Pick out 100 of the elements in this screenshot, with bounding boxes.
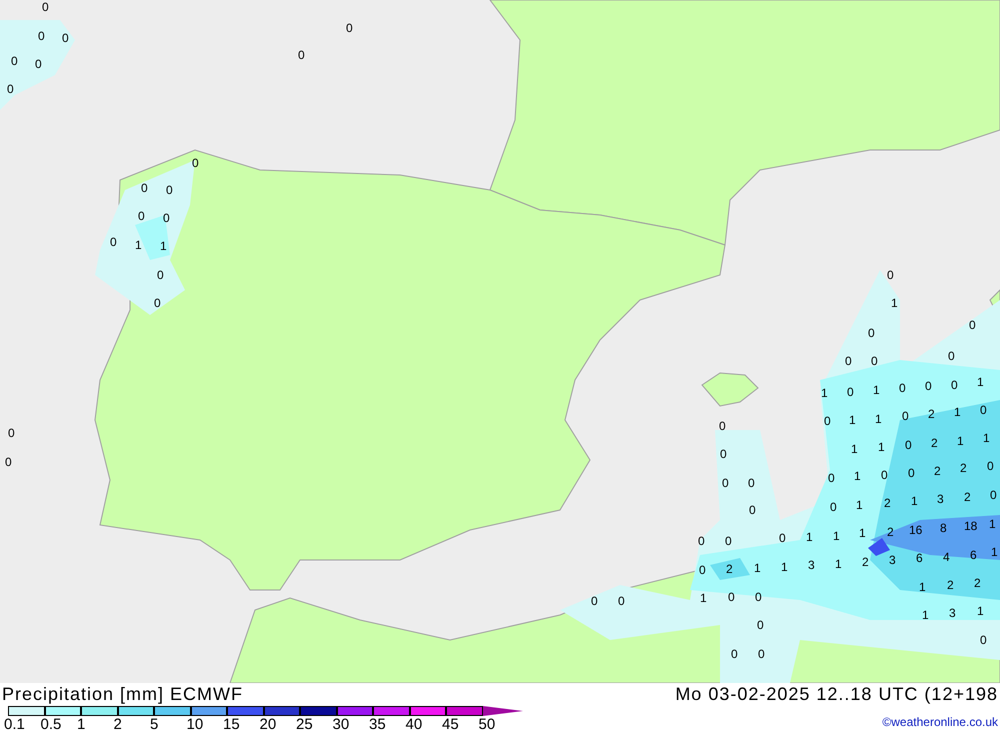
precipitation-value: 0 xyxy=(141,182,148,194)
precipitation-value: 0 xyxy=(908,467,915,479)
precipitation-value: 3 xyxy=(808,559,815,571)
precipitation-value: 0 xyxy=(154,297,161,309)
precipitation-value: 0 xyxy=(11,55,18,67)
precipitation-value: 2 xyxy=(934,465,941,477)
legend-tick-label: 1 xyxy=(77,717,86,733)
precipitation-value: 0 xyxy=(905,439,912,451)
precipitation-value: 0 xyxy=(731,648,738,660)
precipitation-value: 1 xyxy=(851,443,858,455)
legend-tick-label: 15 xyxy=(223,717,241,733)
legend-tick-label: 0.1 xyxy=(4,717,26,733)
precipitation-value: 0 xyxy=(591,595,598,607)
precipitation-value: 0 xyxy=(987,460,994,472)
precipitation-value: 0 xyxy=(980,404,987,416)
precipitation-value: 1 xyxy=(875,413,882,425)
precipitation-value: 0 xyxy=(755,591,762,603)
precipitation-value: 2 xyxy=(974,577,981,589)
precipitation-value: 1 xyxy=(891,297,898,309)
precipitation-value: 1 xyxy=(977,376,984,388)
precipitation-value: 0 xyxy=(720,448,727,460)
precipitation-value: 1 xyxy=(977,605,984,617)
precipitation-value: 6 xyxy=(916,552,923,564)
precipitation-value: 0 xyxy=(990,489,997,501)
precipitation-value: 1 xyxy=(859,527,866,539)
precipitation-value: 1 xyxy=(833,530,840,542)
credit-link[interactable]: ©weatheronline.co.uk xyxy=(882,713,998,731)
precipitation-value: 0 xyxy=(722,477,729,489)
precipitation-value: 0 xyxy=(951,379,958,391)
legend-tick-label: 35 xyxy=(369,717,387,733)
precipitation-value: 16 xyxy=(909,524,922,536)
legend-tick-label: 25 xyxy=(296,717,314,733)
precipitation-value: 0 xyxy=(887,269,894,281)
precipitation-value: 2 xyxy=(884,497,891,509)
precipitation-value: 3 xyxy=(937,493,944,505)
precipitation-value: 0 xyxy=(699,564,706,576)
legend-tick-label: 45 xyxy=(442,717,460,733)
precipitation-value: 1 xyxy=(835,558,842,570)
precipitation-value: 0 xyxy=(698,535,705,547)
legend-tick-label: 30 xyxy=(332,717,350,733)
precipitation-value: 4 xyxy=(943,551,950,563)
precipitation-value: 0 xyxy=(899,382,906,394)
precipitation-value: 2 xyxy=(931,437,938,449)
precipitation-value: 0 xyxy=(758,648,765,660)
forecast-date: Mo 03-02-2025 12..18 UTC (12+198 xyxy=(675,682,998,706)
precipitation-value: 0 xyxy=(298,49,305,61)
precipitation-value: 0 xyxy=(980,634,987,646)
precipitation-value: 0 xyxy=(157,269,164,281)
precipitation-value: 1 xyxy=(700,592,707,604)
precipitation-value: 1 xyxy=(919,581,926,593)
precipitation-value: 0 xyxy=(138,210,145,222)
precipitation-value: 1 xyxy=(781,561,788,573)
legend-tick-label: 40 xyxy=(406,717,424,733)
precipitation-value: 1 xyxy=(873,384,880,396)
precipitation-value: 2 xyxy=(960,462,967,474)
precipitation-value: 0 xyxy=(163,212,170,224)
legend-tick-label: 2 xyxy=(114,717,123,733)
precipitation-value: 2 xyxy=(964,491,971,503)
precipitation-value: 2 xyxy=(862,556,869,568)
precipitation-value: 2 xyxy=(928,408,935,420)
precipitation-value: 0 xyxy=(35,58,42,70)
precipitation-value: 0 xyxy=(757,619,764,631)
precipitation-value: 1 xyxy=(991,546,998,558)
precipitation-value: 3 xyxy=(889,554,896,566)
precipitation-value: 3 xyxy=(949,607,956,619)
precipitation-value: 0 xyxy=(824,415,831,427)
precipitation-value: 1 xyxy=(854,470,861,482)
precipitation-value: 0 xyxy=(62,32,69,44)
precipitation-value: 0 xyxy=(719,420,726,432)
precipitation-value: 0 xyxy=(868,327,875,339)
legend-tick-label: 50 xyxy=(478,717,496,733)
precipitation-value: 18 xyxy=(964,520,978,532)
precipitation-value: 2 xyxy=(947,579,954,591)
precipitation-value: 0 xyxy=(779,532,786,544)
precipitation-value: 1 xyxy=(135,239,142,251)
precipitation-value: 0 xyxy=(847,386,854,398)
legend-tick-label: 5 xyxy=(150,717,160,733)
precipitation-value: 0 xyxy=(881,469,888,481)
precipitation-value: 1 xyxy=(754,562,761,574)
precipitation-value: 0 xyxy=(969,319,976,331)
precipitation-value: 2 xyxy=(726,563,733,575)
precipitation-value: 0 xyxy=(871,355,878,367)
precipitation-value: 1 xyxy=(983,432,990,444)
precipitation-value: 0 xyxy=(748,477,755,489)
precipitation-value: 0 xyxy=(7,83,14,95)
precipitation-value: 0 xyxy=(728,591,735,603)
precipitation-value: 0 xyxy=(8,427,15,439)
precipitation-value: 0 xyxy=(925,380,932,392)
precipitation-value: 1 xyxy=(922,609,929,621)
legend-title: Precipitation [mm] ECMWF xyxy=(2,682,244,706)
precipitation-value: 0 xyxy=(948,350,955,362)
precipitation-value: 0 xyxy=(902,410,909,422)
precipitation-value: 1 xyxy=(821,387,828,399)
precipitation-value: 0 xyxy=(346,22,353,34)
precipitation-value: 0 xyxy=(618,595,625,607)
precipitation-value: 6 xyxy=(970,549,977,561)
precipitation-value: 1 xyxy=(849,414,856,426)
precipitation-value: 1 xyxy=(911,495,918,507)
precipitation-value: 0 xyxy=(5,456,12,468)
precipitation-value: 0 xyxy=(749,504,756,516)
